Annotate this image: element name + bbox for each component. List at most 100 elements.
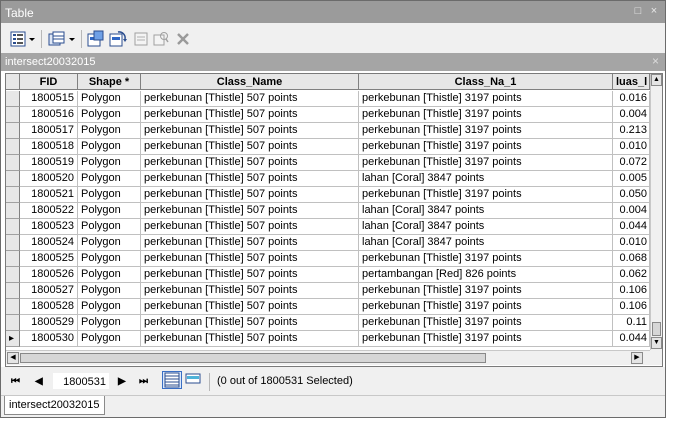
cell-fid[interactable]: 1800526 xyxy=(20,267,78,283)
table-row[interactable]: 1800526 Polygon perkebunan [Thistle] 507 p… xyxy=(6,267,650,283)
tab-intersect20032015[interactable]: intersect20032015 xyxy=(4,396,105,415)
cell-luas[interactable]: 0.010 xyxy=(613,235,650,251)
cell-fid[interactable]: 1800516 xyxy=(20,107,78,123)
header-shape[interactable]: Shape * xyxy=(78,74,141,90)
next-record-button[interactable]: ▶ xyxy=(118,376,126,387)
table-row[interactable]: 1800529 Polygon perkebunan [Thistle] 507 p… xyxy=(6,315,650,331)
cell-luas[interactable]: 0.213 xyxy=(613,123,650,139)
table-options-button[interactable] xyxy=(9,30,37,48)
cell-class-name[interactable]: perkebunan [Thistle] 507 points xyxy=(141,107,359,123)
cell-class-name[interactable]: perkebunan [Thistle] 507 points xyxy=(141,283,359,299)
cell-luas[interactable]: 0.106 xyxy=(613,299,650,315)
cell-class-name[interactable]: perkebunan [Thistle] 507 points xyxy=(141,219,359,235)
cell-shape[interactable]: Polygon xyxy=(78,315,141,331)
cell-fid[interactable]: 1800527 xyxy=(20,283,78,299)
vertical-scrollbar[interactable]: ▲ ▼ xyxy=(650,74,662,350)
close-table-button[interactable]: × xyxy=(652,54,659,68)
select-by-attributes-button[interactable] xyxy=(87,30,105,48)
cell-class-na-1[interactable]: perkebunan [Thistle] 3197 points xyxy=(359,283,613,299)
last-record-button[interactable]: ⏭ xyxy=(139,376,148,387)
cell-luas[interactable]: 0.044 xyxy=(613,219,650,235)
cell-fid[interactable]: 1800525 xyxy=(20,251,78,267)
cell-class-name[interactable]: perkebunan [Thistle] 507 points xyxy=(141,139,359,155)
cell-fid[interactable]: 1800524 xyxy=(20,235,78,251)
header-fid[interactable]: FID xyxy=(20,74,78,90)
close-window-button[interactable]: × xyxy=(647,4,661,18)
cell-fid[interactable]: 1800518 xyxy=(20,139,78,155)
row-selector[interactable] xyxy=(6,123,20,139)
cell-luas[interactable]: 0.062 xyxy=(613,267,650,283)
vertical-scroll-thumb[interactable] xyxy=(652,322,661,336)
cell-fid[interactable]: 1800530 xyxy=(20,331,78,347)
cell-shape[interactable]: Polygon xyxy=(78,283,141,299)
scroll-down-button[interactable]: ▼ xyxy=(651,337,662,349)
cell-class-name[interactable]: perkebunan [Thistle] 507 points xyxy=(141,315,359,331)
cell-class-na-1[interactable]: lahan [Coral] 3847 points xyxy=(359,219,613,235)
cell-class-name[interactable]: perkebunan [Thistle] 507 points xyxy=(141,299,359,315)
cell-luas[interactable]: 0.11 xyxy=(613,315,650,331)
row-selector[interactable] xyxy=(6,251,20,267)
table-row[interactable]: 1800518 Polygon perkebunan [Thistle] 507 p… xyxy=(6,139,650,155)
cell-fid[interactable]: 1800529 xyxy=(20,315,78,331)
cell-class-na-1[interactable]: lahan [Coral] 3847 points xyxy=(359,235,613,251)
row-selector[interactable] xyxy=(6,107,20,123)
row-selector[interactable] xyxy=(6,139,20,155)
related-tables-button[interactable] xyxy=(47,30,77,48)
cell-fid[interactable]: 1800515 xyxy=(20,91,78,107)
row-selector[interactable] xyxy=(6,219,20,235)
table-row[interactable]: 1800515 Polygon perkebunan [Thistle] 507 p… xyxy=(6,91,650,107)
cell-class-na-1[interactable]: perkebunan [Thistle] 3197 points xyxy=(359,187,613,203)
row-selector[interactable] xyxy=(6,91,20,107)
table-row[interactable]: 1800522 Polygon perkebunan [Thistle] 507 p… xyxy=(6,203,650,219)
table-row[interactable]: 1800517 Polygon perkebunan [Thistle] 507 p… xyxy=(6,123,650,139)
cell-class-na-1[interactable]: perkebunan [Thistle] 3197 points xyxy=(359,155,613,171)
cell-shape[interactable]: Polygon xyxy=(78,235,141,251)
cell-class-name[interactable]: perkebunan [Thistle] 507 points xyxy=(141,251,359,267)
row-selector[interactable] xyxy=(6,203,20,219)
clear-selection-button[interactable] xyxy=(133,30,149,48)
current-record-field[interactable]: 1800531 xyxy=(53,373,109,389)
cell-luas[interactable]: 0.050 xyxy=(613,187,650,203)
cell-luas[interactable]: 0.106 xyxy=(613,283,650,299)
cell-fid[interactable]: 1800517 xyxy=(20,123,78,139)
cell-shape[interactable]: Polygon xyxy=(78,187,141,203)
restore-button[interactable]: □ xyxy=(631,4,645,18)
row-selector[interactable] xyxy=(6,171,20,187)
cell-luas[interactable]: 0.004 xyxy=(613,107,650,123)
cell-fid[interactable]: 1800528 xyxy=(20,299,78,315)
table-row[interactable]: 1800521 Polygon perkebunan [Thistle] 507 p… xyxy=(6,187,650,203)
cell-class-name[interactable]: perkebunan [Thistle] 507 points xyxy=(141,155,359,171)
cell-class-na-1[interactable]: perkebunan [Thistle] 3197 points xyxy=(359,251,613,267)
row-selector[interactable] xyxy=(6,187,20,203)
table-row[interactable]: ▸ 1800530 Polygon perkebunan [Thistle] 507 … xyxy=(6,331,650,347)
cell-class-na-1[interactable]: perkebunan [Thistle] 3197 points xyxy=(359,123,613,139)
table-row[interactable]: 1800525 Polygon perkebunan [Thistle] 507 p… xyxy=(6,251,650,267)
cell-luas[interactable]: 0.005 xyxy=(613,171,650,187)
cell-luas[interactable]: 0.016 xyxy=(613,91,650,107)
cell-class-na-1[interactable]: lahan [Coral] 3847 points xyxy=(359,171,613,187)
cell-class-na-1[interactable]: perkebunan [Thistle] 3197 points xyxy=(359,107,613,123)
cell-luas[interactable]: 0.044 xyxy=(613,331,650,347)
header-class-na-1[interactable]: Class_Na_1 xyxy=(359,74,613,90)
cell-class-name[interactable]: perkebunan [Thistle] 507 points xyxy=(141,171,359,187)
cell-class-name[interactable]: perkebunan [Thistle] 507 points xyxy=(141,187,359,203)
table-row[interactable]: 1800524 Polygon perkebunan [Thistle] 507 p… xyxy=(6,235,650,251)
cell-class-name[interactable]: perkebunan [Thistle] 507 points xyxy=(141,123,359,139)
cell-class-na-1[interactable]: lahan [Coral] 3847 points xyxy=(359,203,613,219)
cell-shape[interactable]: Polygon xyxy=(78,331,141,347)
scroll-right-button[interactable]: ▶ xyxy=(631,352,643,364)
cell-shape[interactable]: Polygon xyxy=(78,107,141,123)
horizontal-scroll-thumb[interactable] xyxy=(20,353,486,363)
cell-fid[interactable]: 1800523 xyxy=(20,219,78,235)
delete-selected-button[interactable] xyxy=(175,30,191,48)
row-selector[interactable] xyxy=(6,283,20,299)
table-row[interactable]: 1800528 Polygon perkebunan [Thistle] 507 p… xyxy=(6,299,650,315)
cell-shape[interactable]: Polygon xyxy=(78,123,141,139)
cell-luas[interactable]: 0.004 xyxy=(613,203,650,219)
header-luas[interactable]: luas_l xyxy=(613,74,650,90)
cell-fid[interactable]: 1800522 xyxy=(20,203,78,219)
header-class-name[interactable]: Class_Name xyxy=(141,74,359,90)
cell-luas[interactable]: 0.072 xyxy=(613,155,650,171)
cell-shape[interactable]: Polygon xyxy=(78,155,141,171)
cell-class-na-1[interactable]: perkebunan [Thistle] 3197 points xyxy=(359,139,613,155)
